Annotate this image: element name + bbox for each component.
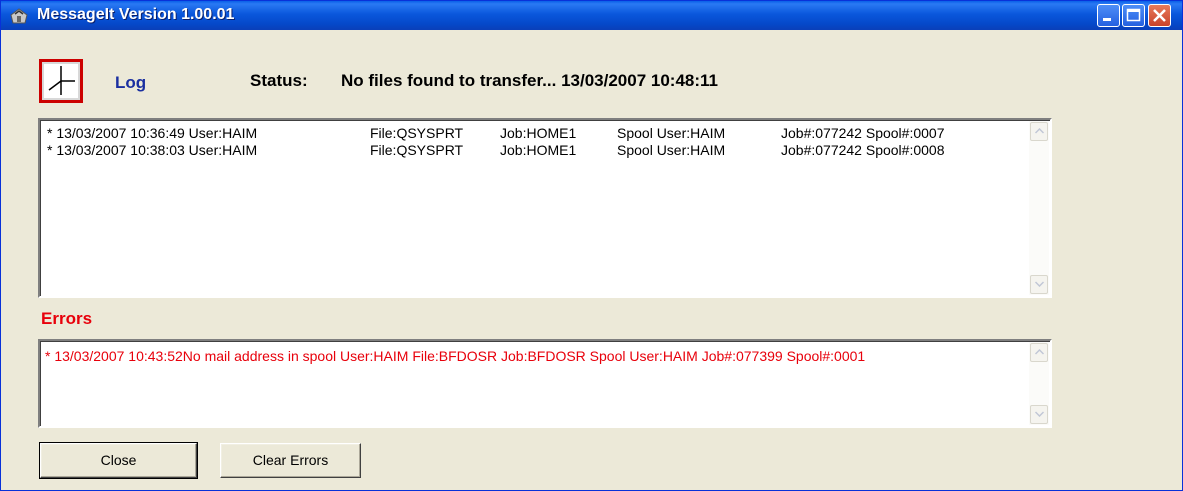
arrow-up-icon [1035, 128, 1044, 134]
log-entry-job: Job:HOME1 [500, 125, 577, 141]
scroll-down-button[interactable] [1030, 275, 1048, 294]
scroll-down-button[interactable] [1030, 405, 1048, 424]
log-entry-spool-user: Spool User:HAIM [617, 142, 726, 158]
scroll-up-button[interactable] [1030, 122, 1048, 141]
minimize-icon [1103, 18, 1111, 21]
window-title: MessageIt Version 1.00.01 [37, 6, 235, 23]
log-entry-time: * 13/03/2007 10:38:03 User:HAIM [47, 142, 258, 158]
log-entry-file: File:QSYSPRT [370, 142, 464, 158]
arrow-down-icon [1035, 411, 1044, 417]
errors-scrollbar[interactable] [1029, 342, 1049, 425]
log-entry-numbers: Job#:077242 Spool#:0007 [781, 125, 945, 141]
log-entry[interactable]: * 13/03/2007 10:36:49 User:HAIM File:QSY… [47, 125, 1028, 142]
scroll-up-button[interactable] [1030, 343, 1048, 362]
log-entry-spool-user: Spool User:HAIM [617, 125, 726, 141]
close-icon [1153, 9, 1166, 22]
log-entry[interactable]: * 13/03/2007 10:38:03 User:HAIM File:QSY… [47, 142, 1028, 159]
minimize-button[interactable] [1097, 4, 1120, 27]
log-entry-job: Job:HOME1 [500, 142, 577, 158]
log-label: Log [115, 73, 147, 92]
error-entry[interactable]: * 13/03/2007 10:43:52No mail address in … [45, 348, 1028, 365]
errors-list[interactable]: * 13/03/2007 10:43:52No mail address in … [38, 339, 1052, 428]
main-window: MessageIt Version 1.00.01 Log Status: No… [0, 0, 1183, 491]
title-bar[interactable]: MessageIt Version 1.00.01 [1, 1, 1182, 30]
maximize-button[interactable] [1122, 4, 1145, 27]
clock-icon [39, 59, 83, 103]
status-label: Status: [250, 71, 308, 90]
app-icon[interactable] [9, 7, 29, 25]
clear-errors-button[interactable]: Clear Errors [220, 443, 361, 478]
log-entry-file: File:QSYSPRT [370, 125, 464, 141]
errors-label: Errors [41, 309, 93, 328]
maximize-icon [1126, 8, 1141, 22]
status-text: No files found to transfer... 13/03/2007… [341, 71, 718, 90]
log-list[interactable]: * 13/03/2007 10:36:49 User:HAIM File:QSY… [38, 118, 1052, 298]
close-window-button[interactable] [1148, 4, 1171, 27]
arrow-up-icon [1035, 349, 1044, 355]
log-entry-numbers: Job#:077242 Spool#:0008 [781, 142, 945, 158]
arrow-down-icon [1035, 281, 1044, 287]
log-entry-time: * 13/03/2007 10:36:49 User:HAIM [47, 125, 258, 141]
close-button[interactable]: Close [39, 442, 198, 479]
log-scrollbar[interactable] [1029, 121, 1049, 295]
